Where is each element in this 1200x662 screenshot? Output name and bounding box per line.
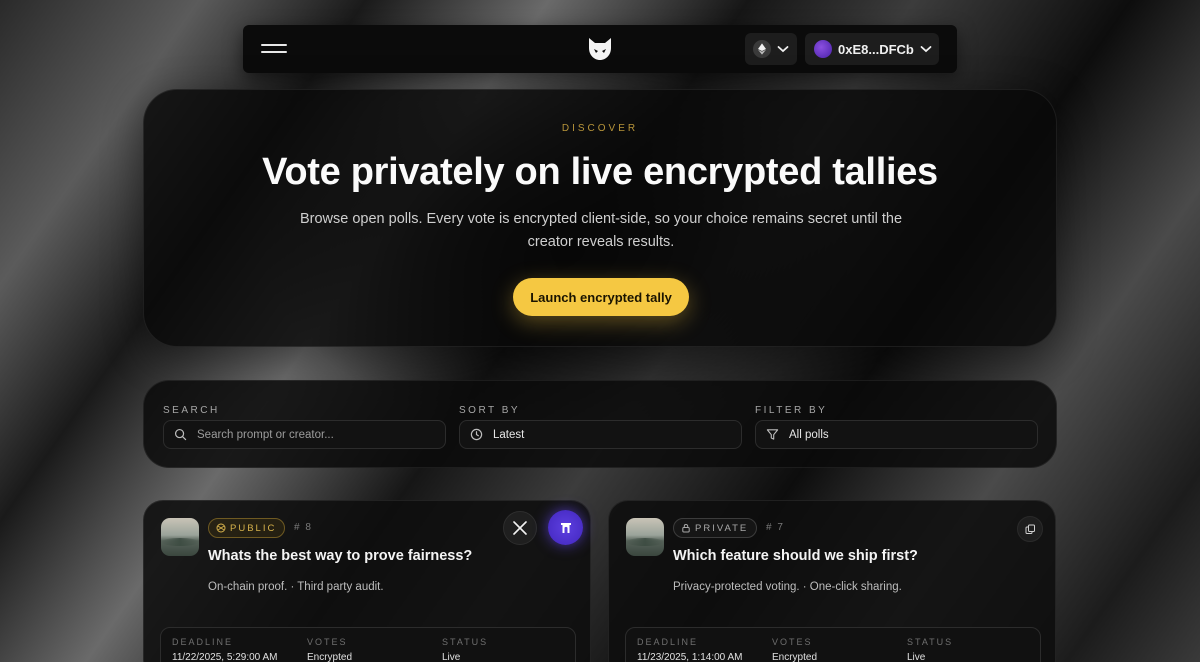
launch-tally-button[interactable]: Launch encrypted tally [513, 278, 689, 316]
status-stat: STATUS Live [907, 637, 954, 662]
filter-value: All polls [789, 428, 829, 441]
fox-logo-icon[interactable] [587, 36, 613, 62]
poll-stats: DEADLINE 11/23/2025, 1:14:00 AM VOTES En… [625, 627, 1041, 662]
wallet-address: 0xE8...DFCb [838, 41, 914, 57]
poll-thumbnail [626, 518, 664, 556]
poll-options: Privacy-protected voting. · One-click sh… [673, 581, 902, 593]
poll-options: On-chain proof. · Third party audit. [208, 581, 384, 593]
filter-group: FILTER BY All polls [755, 405, 1038, 449]
visibility-badge: PRIVATE [673, 518, 758, 538]
status-stat: STATUS Live [442, 637, 489, 662]
votes-stat: VOTES Encrypted [772, 637, 818, 662]
sort-label: SORT BY [459, 405, 521, 416]
sort-value: Latest [493, 428, 525, 441]
poll-title: Which feature should we ship first? [673, 548, 918, 564]
search-label: SEARCH [163, 405, 220, 416]
visibility-badge: PUBLIC [208, 518, 286, 538]
votes-stat: VOTES Encrypted [307, 637, 353, 662]
poll-id: # 7 [766, 522, 785, 533]
hero-panel: DISCOVER Vote privately on live encrypte… [143, 89, 1057, 347]
copy-link-button[interactable] [1017, 516, 1043, 542]
search-group: SEARCH [163, 405, 446, 449]
network-selector-button[interactable] [745, 33, 797, 65]
x-logo-icon [513, 521, 527, 535]
sort-group: SORT BY Latest [459, 405, 742, 449]
hero-subtitle: Browse open polls. Every vote is encrypt… [299, 211, 903, 250]
page-title: Vote privately on live encrypted tallies [262, 151, 938, 193]
deadline-stat: DEADLINE 11/22/2025, 5:29:00 AM [172, 637, 278, 662]
ethereum-icon [753, 40, 771, 58]
funnel-icon [766, 429, 779, 440]
hero-eyebrow: DISCOVER [561, 123, 639, 134]
filter-select[interactable]: All polls [755, 420, 1038, 449]
filter-label: FILTER BY [755, 405, 828, 416]
search-field[interactable] [163, 420, 446, 449]
search-input[interactable] [197, 428, 427, 441]
poll-thumbnail [161, 518, 199, 556]
poll-id: # 8 [294, 522, 313, 533]
chevron-down-icon [777, 46, 789, 53]
share-x-button[interactable] [503, 511, 537, 545]
filter-panel: SEARCH SORT BY Latest FILTER BY All poll… [143, 380, 1057, 468]
deadline-stat: DEADLINE 11/23/2025, 1:14:00 AM [637, 637, 743, 662]
poll-stats: DEADLINE 11/22/2025, 5:29:00 AM VOTES En… [160, 627, 576, 662]
farcaster-icon [560, 522, 571, 533]
search-icon [174, 428, 187, 441]
top-nav-bar: 0xE8...DFCb [243, 25, 957, 73]
poll-card[interactable]: PRIVATE # 7 Which feature should we ship… [608, 500, 1056, 662]
globe-icon [216, 523, 226, 533]
chevron-down-icon [920, 46, 932, 53]
wallet-account-button[interactable]: 0xE8...DFCb [805, 33, 939, 65]
share-farcaster-button[interactable] [548, 510, 583, 545]
sort-select[interactable]: Latest [459, 420, 742, 449]
copy-icon [1025, 524, 1035, 534]
hamburger-menu-icon[interactable] [261, 41, 287, 57]
clock-icon [470, 428, 483, 441]
poll-card[interactable]: PUBLIC # 8 Whats the best way to prove f… [143, 500, 591, 662]
wallet-avatar [814, 40, 832, 58]
lock-icon [682, 524, 690, 533]
poll-title: Whats the best way to prove fairness? [208, 548, 473, 564]
